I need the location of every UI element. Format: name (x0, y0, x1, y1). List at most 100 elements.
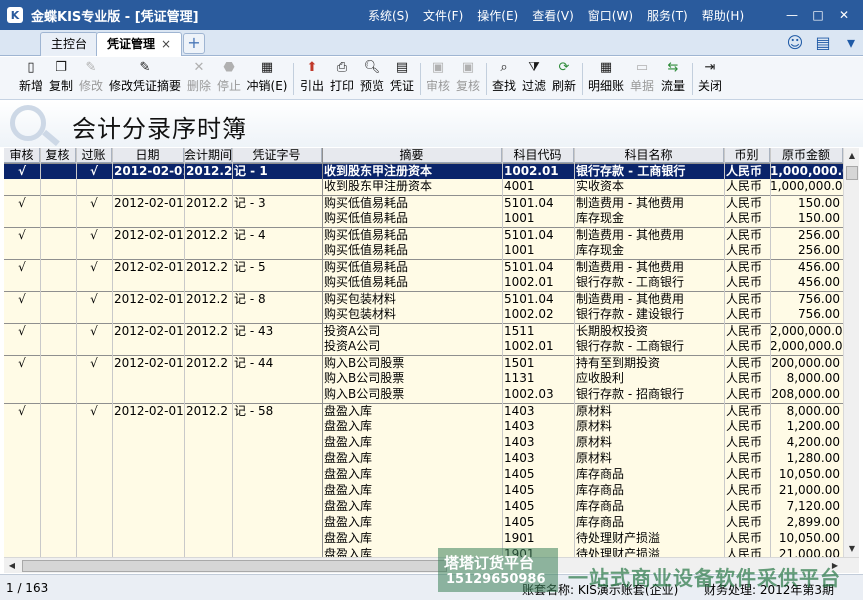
col-header-date[interactable]: 日期 (112, 148, 184, 163)
filter-button[interactable]: ⧩ 过滤 (520, 59, 548, 99)
col-header-voucher[interactable]: 凭证字号 (232, 148, 322, 163)
flow-icon: ⇆ (667, 60, 679, 75)
voucher-icon: ▤ (395, 60, 409, 75)
ledger-button[interactable]: ▦ 明细账 (586, 59, 626, 99)
cell-account-code: 1002.02 (504, 307, 554, 321)
document-button[interactable]: ▭ 单据 (628, 59, 656, 99)
scroll-down-icon[interactable]: ▼ (844, 541, 860, 557)
cell-post: √ (90, 260, 98, 274)
edit-button[interactable]: ✎ 修改 (77, 59, 105, 99)
menu-service[interactable]: 服务(T) (647, 7, 688, 24)
cell-currency: 人民币 (726, 371, 763, 385)
scroll-left-icon[interactable]: ◀ (4, 558, 20, 574)
col-header-currency[interactable]: 币别 (724, 148, 770, 163)
horizontal-scrollbar[interactable]: ◀ ▶ (4, 557, 859, 573)
table-row[interactable]: 盘盈入库 1405 库存商品 人民币 7,120.00 (4, 499, 843, 515)
scroll-up-icon[interactable]: ▲ (844, 148, 860, 164)
edit-summary-button[interactable]: ✎ 修改凭证摘要 (107, 59, 183, 99)
table-row[interactable]: 盘盈入库 1405 库存商品 人民币 2,899.00 (4, 515, 843, 531)
table-row[interactable]: 购买低值易耗品 1002.01 银行存款 - 工商银行 人民币 456.00 (4, 275, 843, 291)
stop-button[interactable]: ⬣ 停止 (215, 59, 243, 99)
export-button[interactable]: ⬆ 引出 (298, 59, 326, 99)
new-button[interactable]: ▯ 新增 (17, 59, 45, 99)
scroll-right-icon[interactable]: ▶ (827, 558, 843, 574)
cell-account-name: 银行存款 - 工商银行 (576, 275, 684, 289)
tab-main-console[interactable]: 主控台 (40, 32, 99, 56)
col-header-account-code[interactable]: 科目代码 (502, 148, 574, 163)
table-row[interactable]: √ √ 2012-02-01 2012.2 记 - 1 收到股东甲注册资本 1002.01 银… (4, 163, 843, 179)
vertical-scrollbar[interactable]: ▲ ▼ (843, 148, 859, 557)
flow-button[interactable]: ⇆ 流量 (658, 59, 688, 99)
table-row[interactable]: √ √ 2012-02-01 2012.2 记 - 8 购买包装材料 5101.04 制造费用… (4, 291, 843, 307)
chevron-down-icon[interactable]: ▾ (840, 32, 862, 54)
col-header-audit[interactable]: 审核 (4, 148, 40, 163)
minimize-button[interactable]: — (779, 6, 805, 24)
preview-button[interactable]: 🔍︎ 预览 (358, 59, 386, 99)
table-row[interactable]: 盘盈入库 1901 待处理财产损溢 人民币 10,050.00 (4, 531, 843, 547)
col-header-recheck[interactable]: 复核 (40, 148, 76, 163)
tab-close-icon[interactable]: × (161, 37, 171, 51)
menu-window[interactable]: 窗口(W) (588, 7, 633, 24)
cell-summary: 盘盈入库 (324, 404, 373, 418)
copy-button[interactable]: ❐ 复制 (47, 59, 75, 99)
table-row[interactable]: 盘盈入库 1403 原材料 人民币 1,200.00 (4, 419, 843, 435)
menu-file[interactable]: 文件(F) (423, 7, 463, 24)
cell-date (114, 547, 184, 557)
menu-system[interactable]: 系统(S) (368, 7, 409, 24)
col-header-post[interactable]: 过账 (76, 148, 112, 163)
table-row[interactable]: 盘盈入库 1403 原材料 人民币 1,280.00 (4, 451, 843, 467)
message-icon[interactable]: ▤ (812, 32, 834, 54)
exit-button[interactable]: ⇥ 关闭 (696, 59, 724, 99)
table-row[interactable]: 收到股东甲注册资本 4001 实收资本 人民币 1,000,000.00 (4, 179, 843, 195)
menu-help[interactable]: 帮助(H) (702, 7, 744, 24)
table-row[interactable]: 投资A公司 1002.01 银行存款 - 工商银行 人民币 2,000,000.00 (4, 339, 843, 355)
table-row[interactable]: 购入B公司股票 1131 应收股利 人民币 8,000.00 (4, 371, 843, 387)
cell-audit (4, 547, 40, 557)
find-button[interactable]: ⌕ 查找 (490, 59, 518, 99)
table-row[interactable]: 购买低值易耗品 1001 库存现金 人民币 150.00 (4, 211, 843, 227)
table-row[interactable]: 购买低值易耗品 1001 库存现金 人民币 256.00 (4, 243, 843, 259)
table-row[interactable]: √ √ 2012-02-01 2012.2 记 - 4 购买低值易耗品 5101.04 制造费… (4, 227, 843, 243)
table-row[interactable]: 盘盈入库 1405 库存商品 人民币 10,050.00 (4, 467, 843, 483)
tab-voucher-management[interactable]: 凭证管理 × (96, 32, 183, 56)
cell-audit: √ (18, 324, 26, 338)
cell-period (186, 419, 232, 435)
scroll-thumb[interactable] (22, 560, 447, 572)
recheck-button[interactable]: ▣ 复核 (454, 59, 482, 99)
print-button[interactable]: ⎙ 打印 (328, 59, 356, 99)
smiley-icon[interactable]: ☺ (784, 32, 806, 54)
table-row[interactable]: 盘盈入库 1403 原材料 人民币 4,200.00 (4, 435, 843, 451)
table-row[interactable]: √ √ 2012-02-01 2012.2 记 - 3 购买低值易耗品 5101.04 制造费… (4, 195, 843, 211)
table-row[interactable]: 盘盈入库 1901 待处理财产损溢 人民币 21,000.00 (4, 547, 843, 557)
table-row[interactable]: √ √ 2012-02-01 2012.2 记 - 58 盘盈入库 1403 原材料 人民币 8,… (4, 403, 843, 419)
cell-account-code: 1405 (504, 467, 535, 481)
cell-account-name: 库存现金 (576, 243, 625, 257)
cell-post (76, 547, 112, 557)
cell-account-name: 制造费用 - 其他费用 (576, 292, 684, 306)
table-row[interactable]: 购买包装材料 1002.02 银行存款 - 建设银行 人民币 756.00 (4, 307, 843, 323)
accounting-period: 财务处理: 2012年第3期 (704, 583, 835, 597)
cell-audit (4, 515, 40, 531)
table-row[interactable]: 盘盈入库 1405 库存商品 人民币 21,000.00 (4, 483, 843, 499)
table-row[interactable]: 购入B公司股票 1002.03 银行存款 - 招商银行 人民币 208,000.00 (4, 387, 843, 403)
menu-operation[interactable]: 操作(E) (477, 7, 518, 24)
add-tab-button[interactable]: + (183, 33, 205, 54)
table-row[interactable]: √ √ 2012-02-01 2012.2 记 - 5 购买低值易耗品 5101.04 制造费… (4, 259, 843, 275)
menu-view[interactable]: 查看(V) (532, 7, 574, 24)
col-header-period[interactable]: 会计期间 (184, 148, 232, 163)
table-row[interactable]: √ √ 2012-02-01 2012.2 记 - 43 投资A公司 1511 长期股权投资 人… (4, 323, 843, 339)
cell-account-name: 实收资本 (576, 179, 625, 193)
col-header-summary[interactable]: 摘要 (322, 148, 502, 163)
print-icon: ⎙ (336, 60, 348, 75)
scroll-thumb[interactable] (846, 166, 858, 180)
delete-button[interactable]: ✕ 删除 (185, 59, 213, 99)
refresh-button[interactable]: ⟳ 刷新 (550, 59, 578, 99)
audit-button[interactable]: ▣ 审核 (424, 59, 452, 99)
voucher-button[interactable]: ▤ 凭证 (388, 59, 416, 99)
reverse-button[interactable]: ▦ 冲销(E) (245, 59, 289, 99)
restore-button[interactable]: □ (805, 6, 831, 24)
col-header-amount[interactable]: 原币金额 (770, 148, 843, 163)
table-row[interactable]: √ √ 2012-02-01 2012.2 记 - 44 购入B公司股票 1501 持有至到期… (4, 355, 843, 371)
close-button[interactable]: ✕ (831, 6, 857, 24)
col-header-account-name[interactable]: 科目名称 (574, 148, 724, 163)
